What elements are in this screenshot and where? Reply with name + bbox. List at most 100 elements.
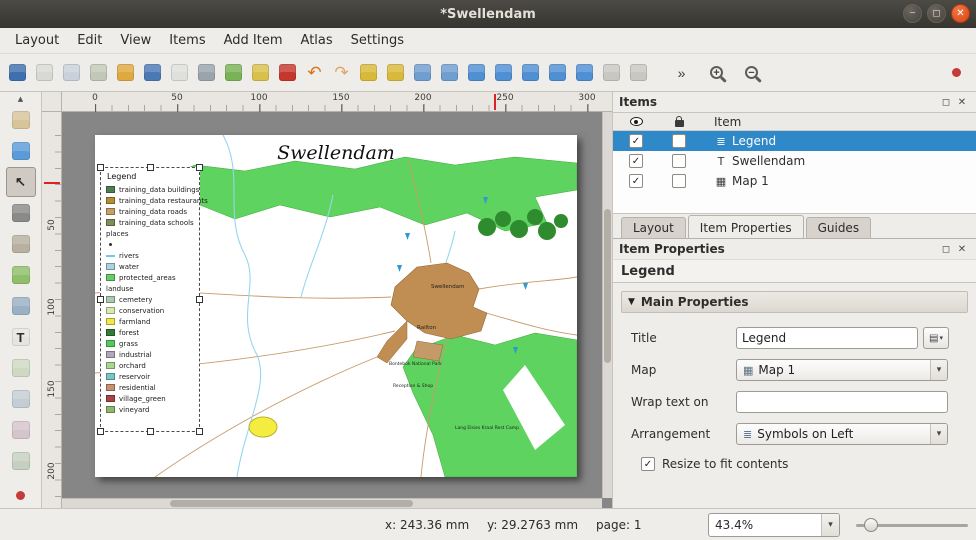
selection-handle[interactable] [147, 164, 154, 171]
add-attribute-table-button[interactable] [6, 446, 36, 476]
zoom-level-combobox[interactable]: 43.4% ▾ [708, 513, 840, 537]
add-shape-button[interactable] [6, 415, 36, 445]
selection-handle[interactable] [147, 428, 154, 435]
duplicate-layout-button[interactable] [58, 58, 85, 88]
close-button[interactable]: ✕ [951, 4, 970, 23]
legend-entry: landuse [106, 283, 194, 294]
item-visibility-checkbox[interactable] [629, 134, 643, 148]
move-item-content-tool-button[interactable] [6, 198, 36, 228]
items-row-legend[interactable]: ≣ Legend [613, 131, 976, 151]
zoom-to-100-button[interactable] [436, 58, 463, 88]
atlas-settings-button[interactable] [625, 58, 652, 88]
distribute-selected-items-button[interactable] [544, 58, 571, 88]
selection-handle[interactable] [196, 164, 203, 171]
item-lock-checkbox[interactable] [672, 174, 686, 188]
main-properties-group[interactable]: ▼ Main Properties [621, 291, 968, 313]
save-as-template-button[interactable] [139, 58, 166, 88]
add-legend-button[interactable] [6, 353, 36, 383]
tab-guides[interactable]: Guides [806, 217, 872, 238]
add-picture-button[interactable] [6, 291, 36, 321]
save-project-button[interactable] [4, 58, 31, 88]
zoom-tool-button[interactable] [6, 136, 36, 166]
wrap-text-input[interactable] [736, 391, 948, 413]
maximize-button[interactable]: ◻ [927, 4, 946, 23]
page-title-label[interactable]: Swellendam [95, 142, 577, 164]
items-panel-float-button[interactable]: ◻ [938, 97, 954, 108]
item-toolbox: ▲ ↖ [0, 92, 42, 508]
edit-nodes-tool-button[interactable] [6, 229, 36, 259]
legend-title-input[interactable] [736, 327, 918, 349]
selection-handle[interactable] [196, 296, 203, 303]
add-map-button[interactable] [6, 260, 36, 290]
legend-item[interactable]: Legend training_data buildings [100, 167, 200, 432]
map-select[interactable]: ▦ Map 1 ▾ [736, 359, 948, 381]
new-layout-button[interactable] [31, 58, 58, 88]
selection-handle[interactable] [97, 164, 104, 171]
item-properties-close-button[interactable]: ✕ [954, 244, 970, 255]
lower-selected-items-button[interactable] [490, 58, 517, 88]
page[interactable]: Swellendam Railton Bontebok National Par… [95, 135, 577, 477]
add-scalebar-button[interactable] [6, 384, 36, 414]
export-svg-button[interactable] [247, 58, 274, 88]
export-pdf-button[interactable] [274, 58, 301, 88]
toolbox-extension-indicator[interactable] [16, 491, 25, 500]
toolbar-overflow-button[interactable]: » [668, 58, 695, 88]
add-label-button[interactable]: T [6, 322, 36, 352]
pan-tool-button[interactable] [6, 105, 36, 135]
tab-layout[interactable]: Layout [621, 217, 686, 238]
atlas-preview-button[interactable] [598, 58, 625, 88]
print-button[interactable] [193, 58, 220, 88]
data-defined-override-button[interactable]: ▤ ▾ [923, 327, 949, 349]
menu-layout[interactable]: Layout [6, 28, 68, 53]
redo-button[interactable]: ↷ [328, 58, 355, 88]
tab-item-properties[interactable]: Item Properties [688, 215, 804, 238]
menu-settings[interactable]: Settings [342, 28, 413, 53]
menu-atlas[interactable]: Atlas [292, 28, 342, 53]
item-lock-checkbox[interactable] [672, 134, 686, 148]
zoom-in-button[interactable]: + [703, 58, 730, 88]
legend-entry-label: reservoir [119, 373, 150, 381]
zoom-slider-handle[interactable] [864, 518, 878, 532]
zoom-slider[interactable] [856, 514, 968, 536]
zoom-out-button[interactable]: − [738, 58, 765, 88]
selection-handle[interactable] [97, 296, 104, 303]
selection-handle[interactable] [196, 428, 203, 435]
title-bar[interactable]: *Swellendam − ◻ ✕ [0, 0, 976, 28]
override-icon: ▤ [929, 333, 938, 344]
undo-button[interactable]: ↶ [301, 58, 328, 88]
raise-selected-items-button[interactable] [463, 58, 490, 88]
zoom-full-button[interactable] [409, 58, 436, 88]
item-visibility-checkbox[interactable] [629, 174, 643, 188]
resize-selected-items-button[interactable] [571, 58, 598, 88]
menu-add-item[interactable]: Add Item [215, 28, 292, 53]
layout-manager-button[interactable] [85, 58, 112, 88]
canvas-horizontal-scrollbar[interactable] [62, 498, 602, 508]
item-visibility-checkbox[interactable] [629, 154, 643, 168]
toolbox-scroll-up-icon[interactable]: ▲ [18, 94, 23, 104]
unlock-all-items-button[interactable] [382, 58, 409, 88]
layout-canvas[interactable]: Swellendam Railton Bontebok National Par… [62, 112, 612, 508]
selection-handle[interactable] [97, 428, 104, 435]
ellipse-shape-item[interactable] [249, 417, 277, 437]
align-selected-items-button[interactable] [517, 58, 544, 88]
add-items-from-template-button[interactable] [112, 58, 139, 88]
items-row-swellendam[interactable]: T Swellendam [613, 151, 976, 171]
legend-swatch [106, 255, 115, 257]
items-row-map1[interactable]: ▦ Map 1 [613, 171, 976, 191]
item-lock-checkbox[interactable] [672, 154, 686, 168]
export-image-button[interactable] [220, 58, 247, 88]
refresh-view-button[interactable] [166, 58, 193, 88]
item-properties-float-button[interactable]: ◻ [938, 244, 954, 255]
menu-items[interactable]: Items [160, 28, 214, 53]
legend-entry: places [106, 228, 194, 239]
select-move-item-tool-button[interactable]: ↖ [6, 167, 36, 197]
items-panel-close-button[interactable]: ✕ [954, 97, 970, 108]
menu-view[interactable]: View [111, 28, 160, 53]
toolbar-extension-indicator[interactable] [943, 58, 970, 88]
lock-selected-items-button[interactable] [355, 58, 382, 88]
arrangement-select[interactable]: ≣ Symbols on Left ▾ [736, 423, 948, 445]
menu-edit[interactable]: Edit [68, 28, 111, 53]
minimize-button[interactable]: − [903, 4, 922, 23]
resize-to-fit-checkbox[interactable] [641, 457, 655, 471]
canvas-vertical-scrollbar[interactable] [602, 112, 612, 498]
